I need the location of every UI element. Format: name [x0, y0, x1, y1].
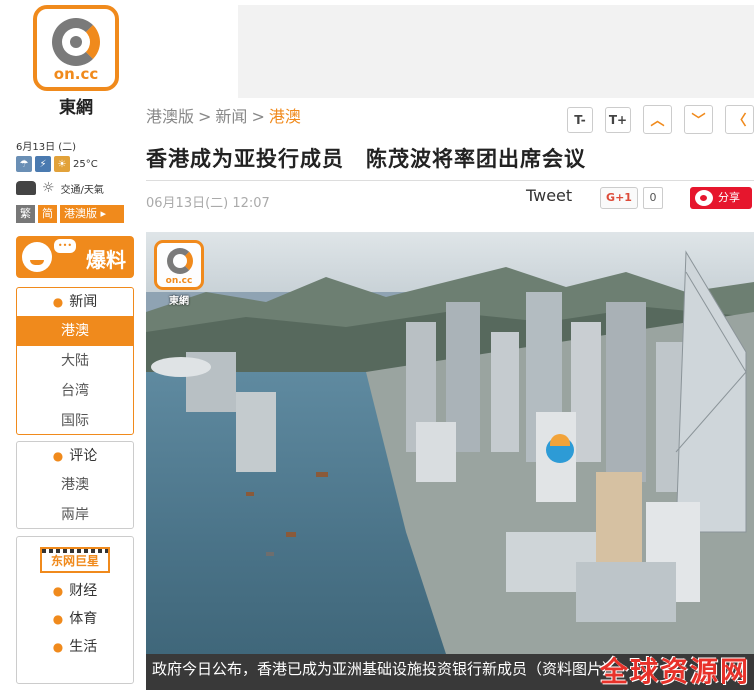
news-nav: ● 新闻 港澳 大陆 台湾 国际 — [16, 287, 134, 435]
language-bar: 繁 简 港澳版 ▸ — [16, 205, 124, 223]
weibo-icon — [695, 190, 713, 206]
watermark: 全球资源网 — [599, 655, 750, 688]
commentary-nav: ● 评论 港澳 兩岸 — [16, 441, 134, 529]
car-icon — [16, 181, 36, 195]
article-photo[interactable]: on.cc 東網 — [146, 232, 754, 654]
photo-logo-name: 東網 — [169, 296, 189, 307]
breadcrumb: 港澳版 > 新闻 > 港澳 — [146, 107, 301, 126]
chevron-down-icon[interactable]: ﹀ — [684, 105, 713, 134]
emblem-icon — [546, 434, 574, 463]
edition-dropdown[interactable]: 港澳版 ▸ — [60, 205, 124, 223]
simplified-button[interactable]: 简 — [38, 205, 57, 223]
weather-bar[interactable]: ☂ ⚡ ☀ 25°C — [16, 155, 98, 173]
chevron-left-icon[interactable]: 〈 — [725, 105, 754, 134]
date-label: 6月13日 (二) — [16, 142, 77, 153]
chevron-up-icon[interactable]: ︿ — [643, 105, 672, 134]
logo-ring-icon — [167, 248, 193, 274]
breadcrumb-edition[interactable]: 港澳版 — [146, 107, 194, 126]
nav-item-commentary-hk[interactable]: 港澳 — [17, 470, 133, 500]
nav-item-mainland[interactable]: 大陆 — [17, 346, 133, 376]
speech-bubble-icon: ••• — [54, 239, 76, 253]
font-smaller-button[interactable]: T- — [567, 107, 593, 133]
article-title: 香港成为亚投行成员 陈茂波将率团出席会议 — [146, 147, 586, 171]
gplus-count: 0 — [643, 187, 663, 209]
reporter-face-icon — [22, 242, 52, 272]
bullet-icon: ● — [52, 295, 64, 309]
bullet-icon: ● — [52, 612, 64, 626]
article-tools: T- T+ ︿ ﹀ 〈 — [567, 105, 754, 134]
logo-text: on.cc — [53, 65, 99, 83]
gplus-button[interactable]: G+1 — [600, 187, 638, 209]
weibo-share-button[interactable]: 分享 — [690, 187, 752, 209]
nav-header-news[interactable]: ● 新闻 — [17, 288, 133, 316]
article-datetime: 06月13日(二) 12:07 — [146, 196, 270, 211]
temperature: 25°C — [73, 158, 98, 170]
site-name[interactable]: 東網 — [33, 93, 119, 118]
breadcrumb-current[interactable]: 港澳 — [269, 107, 301, 126]
nav-header-sports[interactable]: ● 体育 — [17, 605, 133, 633]
nav-item-taiwan[interactable]: 台湾 — [17, 376, 133, 406]
stars-banner-label: 东网巨星 — [50, 554, 99, 568]
font-larger-button[interactable]: T+ — [605, 107, 631, 133]
photo-skyline — [151, 250, 754, 654]
traffic-weather-label: 交通/天氣 — [60, 184, 104, 196]
bullet-icon: ● — [52, 640, 64, 654]
thunder-icon: ⚡ — [35, 156, 51, 172]
nav-item-commentary-cross-strait[interactable]: 兩岸 — [17, 500, 133, 530]
sun-cloud-icon: ☼ — [42, 180, 55, 196]
baoliao-label: 爆料 — [86, 248, 126, 272]
divider — [146, 180, 754, 181]
rain-icon: ☂ — [16, 156, 32, 172]
more-nav: 东网巨星 ● 财经 ● 体育 ● 生活 — [16, 536, 134, 684]
site-logo[interactable]: on.cc — [33, 5, 119, 91]
traffic-weather-link[interactable]: ☼ 交通/天氣 — [16, 180, 104, 196]
photo-oncc-logo: on.cc — [154, 240, 204, 290]
stars-banner[interactable]: 东网巨星 — [40, 547, 110, 573]
ad-banner[interactable] — [238, 5, 754, 98]
traditional-button[interactable]: 繁 — [16, 205, 35, 223]
baoliao-button[interactable]: ••• 爆料 — [16, 236, 134, 278]
bullet-icon: ● — [52, 584, 64, 598]
logo-ring-icon — [52, 18, 100, 66]
nav-header-lifestyle[interactable]: ● 生活 — [17, 633, 133, 661]
bullet-icon: ● — [52, 449, 64, 463]
tweet-button[interactable]: Tweet — [526, 186, 572, 205]
photo-logo-text: on.cc — [165, 276, 193, 286]
nav-item-hkmacau[interactable]: 港澳 — [17, 316, 133, 346]
weibo-share-label: 分享 — [718, 191, 740, 204]
nav-header-commentary[interactable]: ● 评论 — [17, 442, 133, 470]
breadcrumb-news[interactable]: 新闻 — [215, 107, 247, 126]
nav-item-international[interactable]: 国际 — [17, 406, 133, 436]
hot-weather-icon: ☀ — [54, 156, 70, 172]
nav-header-finance[interactable]: ● 财经 — [17, 577, 133, 605]
